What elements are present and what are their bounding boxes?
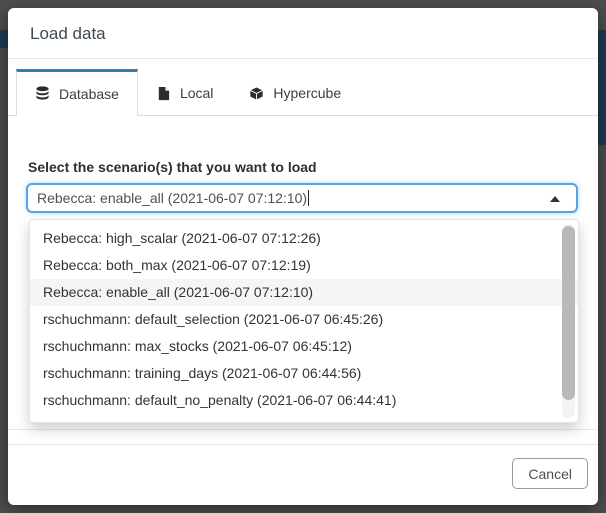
load-data-modal: Load data Database Local: [8, 8, 598, 505]
tab-database[interactable]: Database: [16, 69, 138, 116]
modal-body: Select the scenario(s) that you want to …: [8, 116, 598, 430]
scenario-combobox: Rebecca: enable_all (2021-06-07 07:12:10…: [26, 183, 580, 213]
scenario-combobox-value: Rebecca: enable_all (2021-06-07 07:12:10…: [37, 190, 307, 206]
dropdown-scrollbar-track[interactable]: [562, 224, 575, 418]
text-cursor: [308, 190, 309, 206]
database-icon: [35, 86, 50, 101]
modal-title: Load data: [30, 24, 576, 44]
dropdown-option[interactable]: rschuchmann: default (2021-05-28 14:38:2…: [30, 414, 578, 423]
scenario-dropdown: Rebecca: high_scalar (2021-06-07 07:12:2…: [29, 219, 579, 423]
tab-hypercube[interactable]: Hypercube: [231, 69, 359, 115]
cancel-button[interactable]: Cancel: [512, 458, 588, 489]
caret-up-icon[interactable]: [550, 196, 560, 202]
tab-bar: Database Local Hyperc: [8, 69, 598, 116]
scenario-combobox-input[interactable]: Rebecca: enable_all (2021-06-07 07:12:10…: [26, 183, 578, 213]
dropdown-option[interactable]: rschuchmann: default_selection (2021-06-…: [30, 306, 578, 333]
tab-local-label: Local: [180, 85, 213, 101]
tab-hypercube-label: Hypercube: [273, 85, 341, 101]
modal-header: Load data: [8, 8, 598, 59]
scenario-select-label: Select the scenario(s) that you want to …: [28, 158, 580, 176]
dropdown-option[interactable]: rschuchmann: training_days (2021-06-07 0…: [30, 360, 578, 387]
modal-footer: Cancel: [8, 444, 598, 489]
dropdown-option[interactable]: rschuchmann: max_stocks (2021-06-07 06:4…: [30, 333, 578, 360]
file-icon: [156, 86, 171, 101]
cube-icon: [249, 86, 264, 101]
tab-database-label: Database: [59, 86, 119, 102]
dropdown-option[interactable]: Rebecca: both_max (2021-06-07 07:12:19): [30, 252, 578, 279]
dropdown-option[interactable]: rschuchmann: default_no_penalty (2021-06…: [30, 387, 578, 414]
tab-local[interactable]: Local: [138, 69, 231, 115]
dropdown-option[interactable]: Rebecca: high_scalar (2021-06-07 07:12:2…: [30, 225, 578, 252]
dropdown-scrollbar-thumb[interactable]: [562, 226, 575, 400]
dropdown-option[interactable]: Rebecca: enable_all (2021-06-07 07:12:10…: [30, 279, 578, 306]
